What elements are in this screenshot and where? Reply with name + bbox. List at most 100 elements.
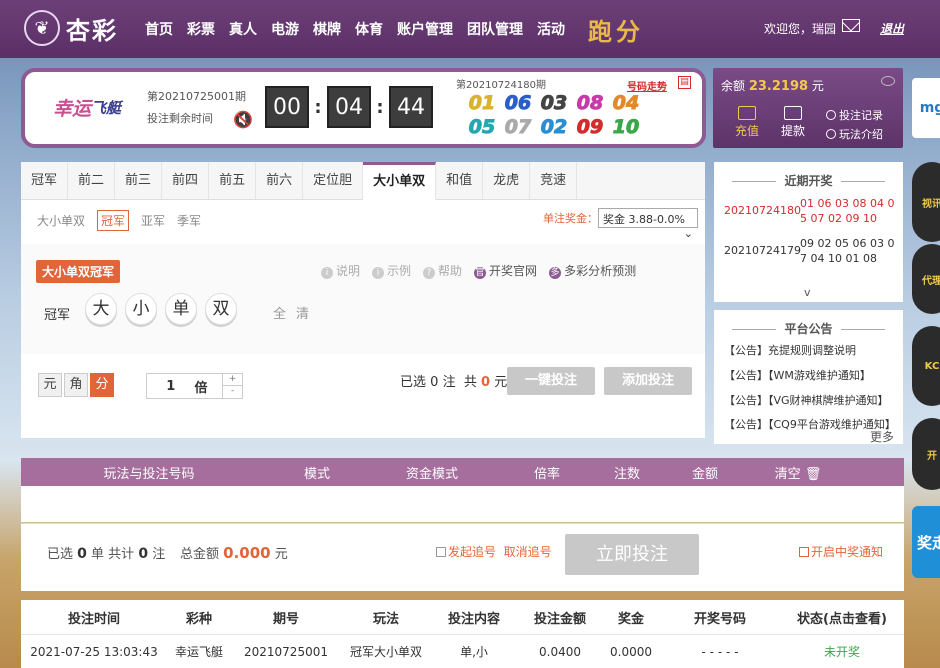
multiple-label: 倍 <box>194 380 208 396</box>
cancel-chase-link[interactable]: 取消追号 <box>504 545 552 559</box>
subtab-champion[interactable]: 冠军 <box>97 210 130 231</box>
record-issue: 20210725001 <box>244 644 328 659</box>
notices-panel: 平台公告 【公告】充提规则调整说明 【公告】【WM游戏维护通知】 【公告】【VG… <box>714 310 903 444</box>
decrease-button[interactable]: - <box>223 386 242 397</box>
nav-account[interactable]: 账户管理 <box>397 19 453 39</box>
nav-slots[interactable]: 电游 <box>271 19 299 39</box>
game-logo-main: 幸运 <box>52 97 91 120</box>
site-logo[interactable]: ❦ 杏彩 <box>24 10 118 46</box>
explain-link[interactable]: i 说明 <box>321 262 360 279</box>
notice-item[interactable]: 【公告】【VG财神棋牌维护通知】 <box>724 392 889 408</box>
notice-item[interactable]: 【公告】【WM游戏维护通知】 <box>724 367 871 383</box>
clear-button[interactable]: 清 <box>296 307 319 322</box>
hide-balance-icon[interactable] <box>881 76 895 86</box>
tab-race[interactable]: 竞速 <box>530 162 578 199</box>
draw-number-ball: 06 <box>504 92 532 115</box>
tab-top2[interactable]: 前二 <box>68 162 116 199</box>
tab-top4[interactable]: 前四 <box>162 162 210 199</box>
table-row[interactable]: 2021-07-25 13:03:43 幸运飞艇 20210725001 冠军大… <box>21 635 904 668</box>
bet-records-link[interactable]: 投注记录 <box>826 106 883 125</box>
win-notify-toggle[interactable]: 开启中奖通知 <box>799 543 883 560</box>
example-link[interactable]: i 示例 <box>372 262 411 279</box>
promo-live[interactable]: 视讯 <box>912 162 940 242</box>
help-links: i 说明 i 示例 ? 帮助 官开奖官网 多多彩分析预测 <box>321 262 636 279</box>
unit-yuan[interactable]: 元 <box>38 373 62 397</box>
draw-row: 20210724179 09 02 05 06 03 0 7 04 10 01 … <box>724 236 899 266</box>
promo-mg[interactable]: mg <box>912 78 940 138</box>
chase-label: 发起追号 <box>448 545 497 559</box>
unit-jiao[interactable]: 角 <box>64 373 88 397</box>
records-col-time: 投注时间 <box>67 611 120 627</box>
add-bet-button[interactable]: 添加投注 <box>604 367 692 395</box>
help-link[interactable]: ? 帮助 <box>423 262 462 279</box>
pick-even[interactable]: 双 <box>205 293 237 325</box>
chase-checkbox[interactable] <box>436 547 446 557</box>
more-notices-link[interactable]: 更多 <box>870 428 894 444</box>
promo-trend[interactable]: 奖走 <box>912 506 940 578</box>
nav-team[interactable]: 团队管理 <box>467 19 523 39</box>
tab-top5[interactable]: 前五 <box>209 162 257 199</box>
nav-promotions[interactable]: 活动 <box>537 19 565 39</box>
records-col-amount: 投注金额 <box>533 611 586 627</box>
subtab-runner-up[interactable]: 亚军 <box>141 212 165 229</box>
deposit-button[interactable]: 充值 <box>735 106 759 139</box>
unit-fen[interactable]: 分 <box>90 373 114 397</box>
tab-big-small-odd-even[interactable]: 大小单双 <box>363 162 437 200</box>
nav-paofen[interactable]: 跑分 <box>588 12 644 47</box>
tab-sum[interactable]: 和值 <box>436 162 484 199</box>
select-all-button[interactable]: 全 <box>273 307 296 322</box>
draw-issue: 20210724180 <box>724 204 801 217</box>
official-icon: 官 <box>474 267 487 279</box>
mail-icon[interactable] <box>842 19 860 32</box>
nav-sports[interactable]: 体育 <box>355 19 383 39</box>
promo-open[interactable]: 开 <box>912 418 940 490</box>
draw-row: 20210724180 01 06 03 08 04 0 5 07 02 09 … <box>724 196 899 226</box>
multiple-stepper[interactable]: 1 倍 + - <box>146 373 243 399</box>
multiple-value[interactable]: 1 <box>147 379 195 394</box>
nav-live[interactable]: 真人 <box>229 19 257 39</box>
record-play: 冠军大小单双 <box>349 645 422 659</box>
clear-cart-button[interactable]: 清空 🗑 <box>743 463 853 482</box>
chase-toggle[interactable]: 发起追号 <box>436 545 496 559</box>
increase-button[interactable]: + <box>223 374 242 386</box>
nav-home[interactable]: 首页 <box>145 19 173 39</box>
promo-kc[interactable]: KC <box>912 326 940 406</box>
play-intro-link[interactable]: 玩法介绍 <box>826 125 883 144</box>
tab-position[interactable]: 定位胆 <box>303 162 364 199</box>
info-icon: i <box>372 267 385 279</box>
cart-col-rate: 倍率 <box>533 466 560 482</box>
subtab-third[interactable]: 季军 <box>177 212 201 229</box>
bet-panel: 冠军 前二 前三 前四 前五 前六 定位胆 大小单双 和值 龙虎 竞速 大小单双… <box>21 162 705 438</box>
notice-item[interactable]: 【公告】充提规则调整说明 <box>724 342 856 358</box>
selection-summary: 已选 0 注 共 0 元 <box>400 371 507 390</box>
expand-draws-icon[interactable]: v <box>804 286 811 299</box>
draw-numbers: 01 06 03 08 04 0 5 07 02 09 10 <box>800 197 895 225</box>
record-status[interactable]: 未开奖 <box>781 643 903 660</box>
analysis-link[interactable]: 多多彩分析预测 <box>549 262 636 279</box>
current-issue: 第20210725001期 <box>147 90 246 103</box>
bet-now-button[interactable]: 立即投注 <box>565 534 699 575</box>
mute-icon[interactable]: 🔇 <box>233 110 253 129</box>
tab-dragon-tiger[interactable]: 龙虎 <box>483 162 531 199</box>
official-site-link[interactable]: 官开奖官网 <box>474 262 537 279</box>
pick-area <box>21 244 705 354</box>
trend-chart-icon[interactable]: ▤ <box>678 76 691 89</box>
prize-select[interactable]: 奖金 3.88-0.0% ⌄ <box>598 208 698 240</box>
tab-champion[interactable]: 冠军 <box>21 162 69 199</box>
withdraw-button[interactable]: 提款 <box>781 106 805 139</box>
tab-top3[interactable]: 前三 <box>115 162 163 199</box>
promo-agent[interactable]: 代理 <box>912 244 940 314</box>
pick-odd[interactable]: 单 <box>165 293 197 325</box>
pick-big[interactable]: 大 <box>85 293 117 325</box>
nav-lottery[interactable]: 彩票 <box>187 19 215 39</box>
draw-numbers: 09 02 05 06 03 0 7 04 10 01 08 <box>800 237 895 265</box>
logout-link[interactable]: 退出 <box>880 20 904 37</box>
one-click-bet-button[interactable]: 一键投注 <box>507 367 595 395</box>
nav-cards[interactable]: 棋牌 <box>313 19 341 39</box>
trend-link[interactable]: 号码走势 <box>627 78 667 93</box>
tab-top6[interactable]: 前六 <box>256 162 304 199</box>
main-nav: 首页 彩票 真人 电游 棋牌 体育 账户管理 团队管理 活动 跑分 <box>138 0 644 58</box>
win-notify-checkbox[interactable] <box>799 547 809 557</box>
pick-small[interactable]: 小 <box>125 293 157 325</box>
analysis-label: 多彩分析预测 <box>564 264 637 278</box>
